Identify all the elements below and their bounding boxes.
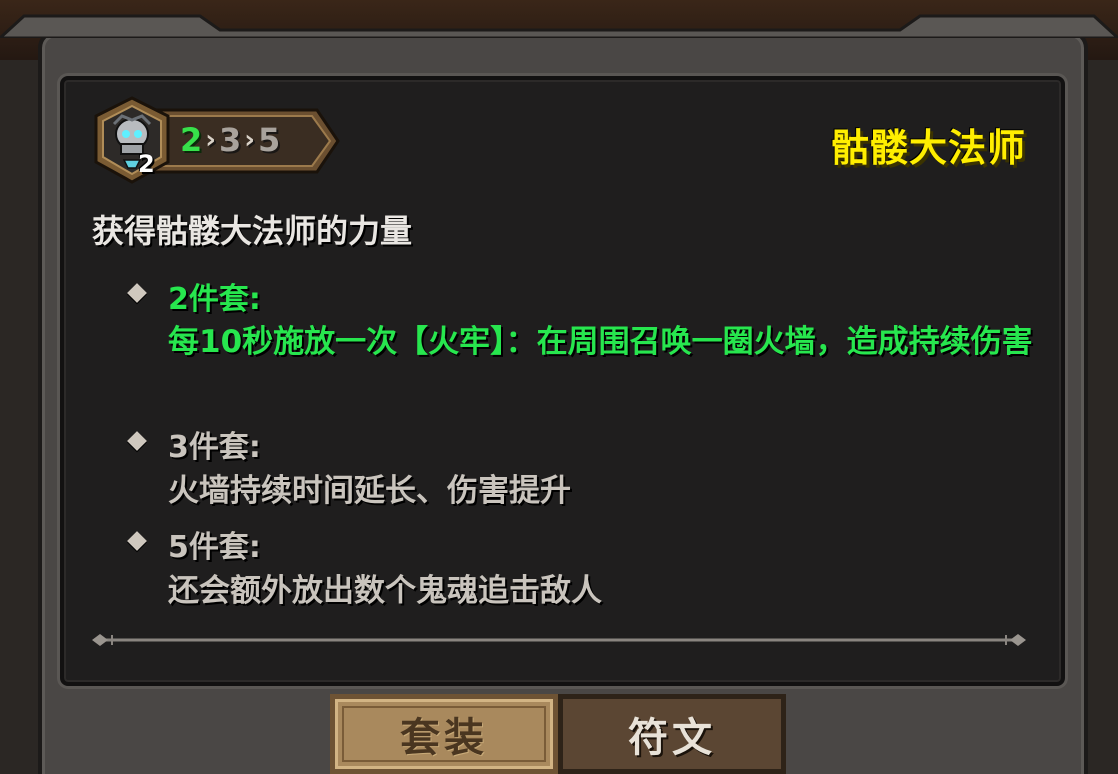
divider (92, 631, 1026, 649)
chevron-right-icon: › (205, 125, 217, 155)
skull-mage-icon (94, 96, 170, 184)
tab-set[interactable]: 套装 (330, 694, 558, 774)
tier-label: 5件套: (168, 530, 261, 565)
tier-step-3: 3 (218, 121, 243, 159)
tier-effect: 火墙持续时间延长、伤害提升 (168, 473, 571, 509)
equipped-count: 2 (138, 150, 155, 178)
tier-progress: 2 › 3 › 5 (180, 118, 281, 162)
chevron-right-icon: › (244, 125, 256, 155)
set-info-window: 2 › 3 › 5 2 骷髅大法师 获得骷髅大法师的力量 2件套: 每10秒施放… (0, 0, 1118, 774)
tier-label: 2件套: (168, 282, 261, 317)
tab-rune[interactable]: 符文 (558, 694, 786, 774)
set-title: 骷髅大法师 (830, 126, 1026, 170)
set-description: 获得骷髅大法师的力量 (92, 212, 413, 250)
frame-top-edge (0, 6, 1118, 38)
tier-step-2: 2 (180, 121, 204, 159)
tier-effect: 还会额外放出数个鬼魂追击敌人 (168, 573, 602, 609)
tier-step-5: 5 (257, 121, 282, 159)
tier-effect: 每10秒施放一次【火牢】：在周围召唤一圈火墙，造成持续伤害 (168, 324, 1033, 360)
tier-label: 3件套: (168, 430, 261, 465)
